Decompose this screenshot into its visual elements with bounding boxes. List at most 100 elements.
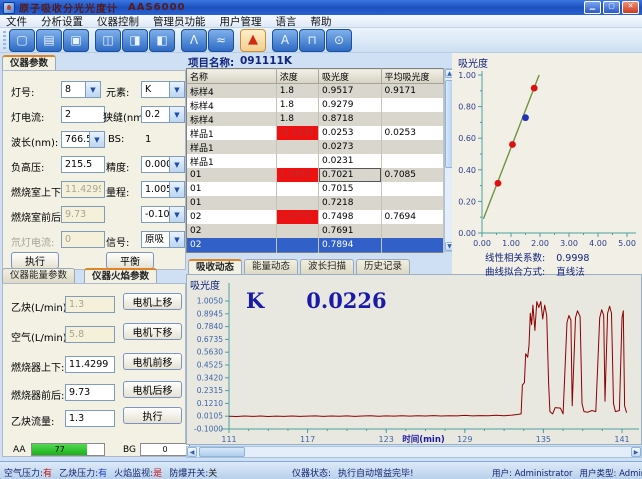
table-row[interactable]: 样品1 0.0273 [187,140,444,154]
cell-average-absorbance[interactable]: 0.0253 [381,126,444,140]
chevron-down-icon[interactable]: ▼ [169,157,184,172]
cell-concentration[interactable]: -0.1241 [276,126,318,140]
motor-forward-button[interactable]: 电机前移 [123,353,182,370]
save-button[interactable]: ▣ [63,29,89,52]
cell-concentration[interactable]: 1.3455 [276,168,318,182]
c2h2-flow-input[interactable] [65,410,115,427]
table-row[interactable]: 021.47700.74980.7694 [187,210,444,224]
cell-absorbance[interactable]: 0.7498 [319,210,381,224]
burner-button[interactable]: ⊓ [299,29,325,52]
cell-absorbance[interactable]: 0.7691 [319,224,381,238]
offset-select[interactable]: -0.1000▼ [141,206,185,223]
tab-wavelength-scan[interactable]: 波长扫描 [300,259,354,274]
minimize-button[interactable]: ▁ [584,1,601,14]
cell-concentration[interactable]: 1.8 [276,98,318,112]
cell-concentration[interactable]: 1.8 [276,112,318,126]
menu-language[interactable]: 语言 [276,14,297,29]
cell-concentration[interactable]: 1.4770 [276,210,318,224]
motor-down-button[interactable]: 电机下移 [123,323,182,340]
cell-name[interactable]: 02 [187,238,277,253]
cell-name[interactable]: 标样4 [187,98,277,112]
lamp-current-button[interactable]: ◨ [122,29,148,52]
cell-average-absorbance[interactable]: 0.9171 [381,84,444,99]
cell-concentration[interactable] [276,182,318,196]
tab-absorbance-dynamics[interactable]: 吸收动态 [188,259,242,274]
flame-execute-button[interactable]: 执行 [123,407,182,424]
cell-concentration[interactable] [276,154,318,168]
toolbar-grip[interactable] [3,31,6,49]
scroll-thumb[interactable] [199,447,245,457]
autosampler-button[interactable]: A [272,29,298,52]
cell-average-absorbance[interactable] [381,154,444,168]
cell-average-absorbance[interactable] [381,112,444,126]
cell-absorbance[interactable]: 0.7218 [319,196,381,210]
open-project-button[interactable]: ▤ [36,29,62,52]
element-select[interactable]: K▼ [141,81,185,98]
table-row[interactable]: 标样41.80.9279 [187,98,444,112]
lamp-current-input[interactable] [61,106,105,123]
precision-select[interactable]: 0.0000▼ [141,156,185,173]
slit-select[interactable]: 0.2▼ [141,106,185,123]
maximize-button[interactable]: ▢ [603,1,620,14]
cell-absorbance[interactable]: 0.7021 [319,168,381,182]
table-row[interactable]: 标样41.80.95170.9171 [187,84,444,99]
cell-absorbance[interactable]: 0.0273 [319,140,381,154]
menu-admin-functions[interactable]: 管理员功能 [153,14,206,29]
cell-concentration[interactable]: 1.8 [276,84,318,99]
menu-analysis-settings[interactable]: 分析设置 [41,14,83,29]
table-row[interactable]: 样品1-0.12410.02530.0253 [187,126,444,140]
table-row[interactable]: 01 0.7218 [187,196,444,210]
cell-name[interactable]: 样品1 [187,154,277,168]
table-row[interactable]: 011.34550.70210.7085 [187,168,444,182]
cell-average-absorbance[interactable] [381,140,444,154]
cell-absorbance[interactable]: 0.0231 [319,154,381,168]
cell-name[interactable]: 样品1 [187,140,277,154]
close-button[interactable]: ✕ [622,1,639,14]
chevron-down-icon[interactable]: ▼ [169,232,184,247]
sample-intro-button[interactable]: ≈ [208,29,234,52]
cell-average-absorbance[interactable] [381,196,444,210]
scroll-left-icon[interactable]: ◀ [187,447,197,457]
wavelength-select[interactable]: 766.5▼ [61,131,105,148]
tab-history[interactable]: 历史记录 [356,259,410,274]
tab-energy-params[interactable]: 仪器能量参数 [2,268,75,283]
cell-name[interactable]: 02 [187,210,277,224]
menu-user-management[interactable]: 用户管理 [220,14,262,29]
power-button[interactable]: ⊙ [326,29,352,52]
chevron-down-icon[interactable]: ▼ [169,82,184,97]
neg-hv-input[interactable] [61,156,105,173]
signal-select[interactable]: 原吸▼ [141,231,185,248]
chevron-down-icon[interactable]: ▼ [169,182,184,197]
cell-average-absorbance[interactable] [381,182,444,196]
column-header[interactable]: 浓度 [276,69,318,84]
balance-button[interactable]: 平衡 [106,252,154,269]
cell-name[interactable]: 01 [187,196,277,210]
cell-absorbance[interactable]: 0.7015 [319,182,381,196]
cell-concentration[interactable] [276,224,318,238]
cell-concentration[interactable] [276,238,318,253]
menu-instrument-control[interactable]: 仪器控制 [97,14,139,29]
motor-up-button[interactable]: 电机上移 [123,293,182,310]
execute-button[interactable]: 执行 [11,252,59,269]
lamp-position-button[interactable]: ◫ [95,29,121,52]
cell-average-absorbance[interactable]: 0.7085 [381,168,444,182]
cell-absorbance[interactable]: 0.9279 [319,98,381,112]
cell-concentration[interactable] [276,140,318,154]
menu-file[interactable]: 文件 [6,14,27,29]
chevron-down-icon[interactable]: ▼ [169,207,184,222]
cell-absorbance[interactable]: 0.7894 [319,238,381,253]
table-row[interactable]: 样品1 0.0231 [187,154,444,168]
chevron-down-icon[interactable]: ▼ [169,107,184,122]
cell-name[interactable]: 01 [187,168,277,182]
tab-energy-dynamics[interactable]: 能量动态 [244,259,298,274]
column-header[interactable]: 名称 [187,69,277,84]
lamp-no-select[interactable]: 8▼ [61,81,101,98]
column-header[interactable]: 平均吸光度 [381,69,444,84]
menu-help[interactable]: 帮助 [311,14,332,29]
cell-average-absorbance[interactable] [381,238,444,253]
new-file-button[interactable]: ▢ [9,29,35,52]
cell-name[interactable]: 标样4 [187,112,277,126]
cell-name[interactable]: 02 [187,224,277,238]
cell-average-absorbance[interactable] [381,98,444,112]
wavelength-button[interactable]: ◧ [149,29,175,52]
